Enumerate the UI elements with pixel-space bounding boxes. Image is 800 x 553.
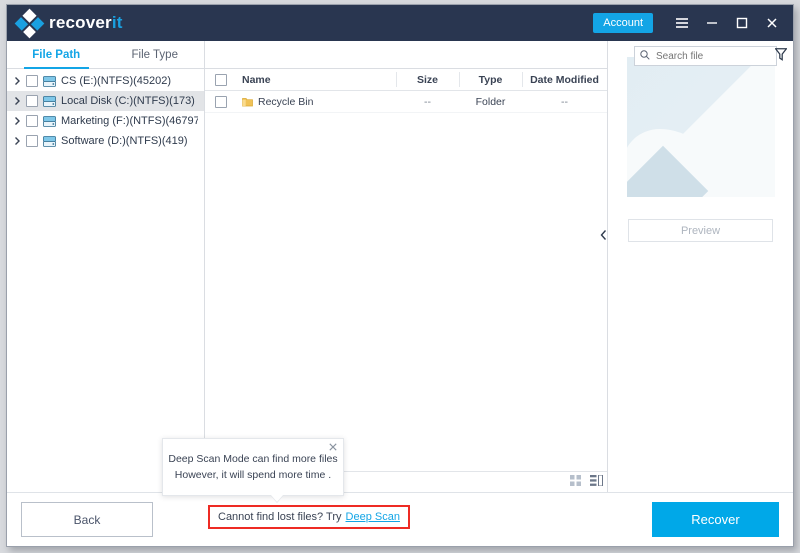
deep-scan-tooltip: Deep Scan Mode can find more files Howev… bbox=[162, 438, 344, 503]
tooltip-line-2: However, it will spend more time . bbox=[174, 469, 332, 481]
hard-drive-icon bbox=[43, 75, 56, 87]
deep-scan-prompt: Cannot find lost files? Try Deep Scan bbox=[208, 505, 410, 529]
tab-file-path[interactable]: File Path bbox=[7, 41, 106, 69]
recoverit-logo-icon bbox=[14, 8, 45, 38]
cell-size: -- bbox=[424, 95, 431, 108]
drive-label: Marketing (F:)(NTFS)(46797) bbox=[61, 115, 198, 127]
chevron-right-icon[interactable] bbox=[13, 137, 21, 145]
drive-checkbox[interactable] bbox=[26, 75, 38, 87]
folder-icon bbox=[242, 97, 253, 107]
search-bar bbox=[205, 41, 607, 69]
chevron-right-icon[interactable] bbox=[13, 77, 21, 85]
list-view-icon[interactable] bbox=[590, 473, 603, 491]
recover-button[interactable]: Recover bbox=[652, 502, 779, 537]
sidebar-item-drive-local-disk[interactable]: Local Disk (C:)(NTFS)(173) bbox=[7, 91, 204, 111]
hard-drive-icon bbox=[43, 135, 56, 147]
search-icon bbox=[640, 47, 650, 65]
app-title: recoverit bbox=[49, 13, 123, 33]
grid-view-icon[interactable] bbox=[570, 473, 581, 491]
footer-bar: Back Cannot find lost files? Try Deep Sc… bbox=[7, 492, 793, 546]
column-header-name[interactable]: Name bbox=[237, 69, 396, 90]
column-header-date-modified[interactable]: Date Modified bbox=[522, 69, 607, 90]
preview-panel: Preview bbox=[600, 41, 793, 492]
hard-drive-icon bbox=[43, 95, 56, 107]
main-body: File Path File Type CS (E:)(NTFS)(45202)… bbox=[7, 41, 793, 492]
file-name-label: Recycle Bin bbox=[258, 95, 314, 108]
close-icon[interactable] bbox=[757, 5, 787, 41]
minimize-icon[interactable] bbox=[697, 5, 727, 41]
file-rows: Recycle Bin -- Folder -- bbox=[205, 91, 607, 471]
app-logo: recoverit bbox=[14, 8, 123, 38]
drive-list: CS (E:)(NTFS)(45202) Local Disk (C:)(NTF… bbox=[7, 69, 204, 151]
image-placeholder-icon bbox=[626, 57, 775, 197]
deep-scan-link[interactable]: Deep Scan bbox=[346, 511, 400, 523]
maximize-icon[interactable] bbox=[727, 5, 757, 41]
chevron-right-icon[interactable] bbox=[13, 117, 21, 125]
sidebar-item-drive-cs[interactable]: CS (E:)(NTFS)(45202) bbox=[7, 71, 204, 91]
column-header-type[interactable]: Type bbox=[459, 69, 522, 90]
search-input[interactable] bbox=[654, 49, 771, 63]
drive-checkbox[interactable] bbox=[26, 95, 38, 107]
hamburger-menu-icon[interactable] bbox=[667, 5, 697, 41]
preview-button[interactable]: Preview bbox=[628, 219, 773, 242]
table-row[interactable]: Recycle Bin -- Folder -- bbox=[205, 91, 607, 113]
app-window: recoverit Account File Path File Type CS… bbox=[6, 4, 794, 547]
hard-drive-icon bbox=[43, 115, 56, 127]
sidebar: File Path File Type CS (E:)(NTFS)(45202)… bbox=[7, 41, 205, 492]
account-button[interactable]: Account bbox=[593, 13, 653, 33]
collapse-panel-icon[interactable] bbox=[600, 226, 607, 244]
row-checkbox-cell[interactable] bbox=[205, 91, 237, 112]
tab-file-type[interactable]: File Type bbox=[106, 41, 205, 68]
drive-label: CS (E:)(NTFS)(45202) bbox=[61, 75, 172, 87]
select-all-checkbox[interactable] bbox=[215, 73, 227, 86]
drive-checkbox[interactable] bbox=[26, 135, 38, 147]
search-field[interactable] bbox=[634, 46, 777, 66]
column-header-size[interactable]: Size bbox=[396, 69, 459, 90]
title-bar: recoverit Account bbox=[7, 5, 793, 41]
deep-scan-prompt-text: Cannot find lost files? Try bbox=[218, 511, 342, 523]
brand-main: recover bbox=[49, 13, 112, 32]
cell-date-modified: -- bbox=[561, 95, 568, 108]
filter-funnel-icon[interactable] bbox=[774, 48, 788, 66]
file-list-header: Name Size Type Date Modified bbox=[205, 69, 607, 91]
row-checkbox[interactable] bbox=[215, 95, 227, 108]
chevron-right-icon[interactable] bbox=[13, 97, 21, 105]
drive-checkbox[interactable] bbox=[26, 115, 38, 127]
sidebar-tabs: File Path File Type bbox=[7, 41, 204, 69]
cell-type: Folder bbox=[475, 95, 506, 108]
back-button[interactable]: Back bbox=[21, 502, 153, 537]
cell-name: Recycle Bin bbox=[237, 91, 396, 112]
brand-accent: it bbox=[111, 13, 123, 32]
sidebar-item-drive-software[interactable]: Software (D:)(NTFS)(419) bbox=[7, 131, 204, 151]
sidebar-item-drive-marketing[interactable]: Marketing (F:)(NTFS)(46797) bbox=[7, 111, 204, 131]
drive-label: Software (D:)(NTFS)(419) bbox=[61, 135, 188, 147]
window-controls: Account bbox=[593, 5, 793, 41]
drive-label: Local Disk (C:)(NTFS)(173) bbox=[61, 95, 195, 107]
select-all-checkbox-cell[interactable] bbox=[205, 69, 237, 90]
tooltip-line-1: Deep Scan Mode can find more files bbox=[168, 452, 338, 465]
close-icon[interactable] bbox=[329, 443, 337, 454]
file-list-panel: Name Size Type Date Modified Recycle Bin… bbox=[205, 41, 608, 492]
